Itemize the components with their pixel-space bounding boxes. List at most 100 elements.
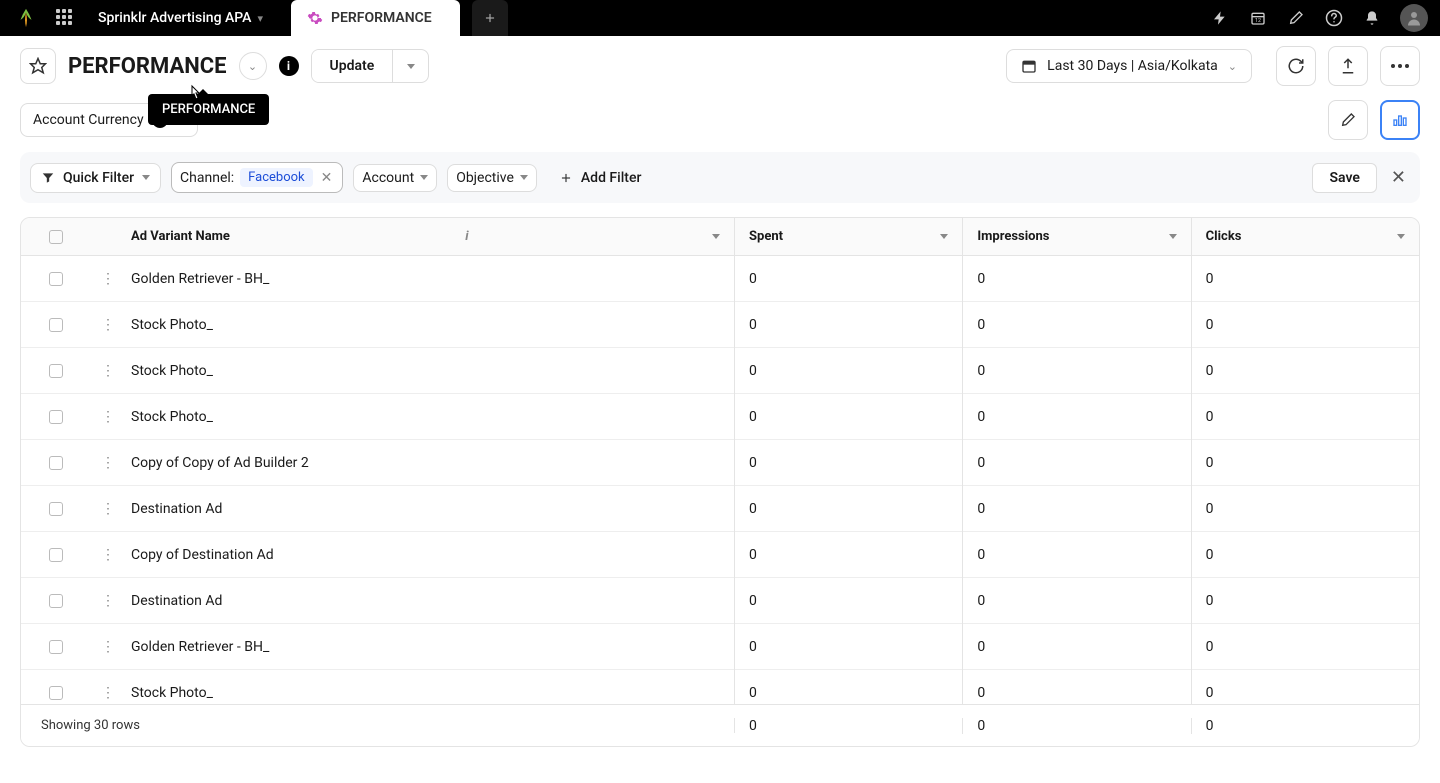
row-checkbox[interactable] <box>49 686 63 700</box>
table-row[interactable]: ⋮Copy of Copy of Ad Builder 2 <box>21 440 734 486</box>
cell-impressions: 0 <box>963 578 1190 624</box>
cell-spent: 0 <box>735 348 962 394</box>
account-filter-label: Account <box>362 170 414 186</box>
cell-clicks: 0 <box>1192 256 1419 302</box>
sprinklr-logo[interactable] <box>12 4 40 32</box>
table-row[interactable]: ⋮Destination Ad <box>21 578 734 624</box>
sort-icon[interactable] <box>1397 234 1405 239</box>
row-menu-button[interactable]: ⋮ <box>91 455 125 471</box>
ad-variant-name: Stock Photo_ <box>125 685 734 701</box>
cell-spent: 0 <box>735 302 962 348</box>
table-row[interactable]: ⋮Stock Photo_ <box>21 394 734 440</box>
sort-icon[interactable] <box>940 234 948 239</box>
help-icon[interactable] <box>1324 8 1344 28</box>
sort-icon[interactable] <box>712 234 720 239</box>
row-menu-button[interactable]: ⋮ <box>91 639 125 655</box>
table-row[interactable]: ⋮Stock Photo_ <box>21 302 734 348</box>
ad-variant-name: Destination Ad <box>125 593 734 609</box>
column-header-impressions[interactable]: Impressions <box>977 229 1049 244</box>
cell-impressions: 0 <box>963 256 1190 302</box>
update-button[interactable]: Update <box>312 50 393 82</box>
column-header-clicks[interactable]: Clicks <box>1206 229 1242 244</box>
user-avatar[interactable] <box>1400 4 1428 32</box>
row-menu-button[interactable]: ⋮ <box>91 547 125 563</box>
workspace-selector[interactable]: Sprinklr Advertising APA ▾ <box>90 10 271 26</box>
ad-variant-name: Stock Photo_ <box>125 317 734 333</box>
calendar-icon[interactable]: 12 <box>1248 8 1268 28</box>
title-dropdown[interactable]: ⌄ <box>239 52 267 80</box>
sort-icon[interactable] <box>1169 234 1177 239</box>
row-checkbox[interactable] <box>49 456 63 470</box>
chevron-down-icon: ⌄ <box>248 60 257 73</box>
filter-chip-channel[interactable]: Channel: Facebook ✕ <box>171 162 343 193</box>
objective-filter-label: Objective <box>456 170 514 186</box>
row-menu-button[interactable]: ⋮ <box>91 501 125 517</box>
favorite-button[interactable] <box>20 48 56 84</box>
row-checkbox[interactable] <box>49 410 63 424</box>
row-checkbox[interactable] <box>49 594 63 608</box>
table-row[interactable]: ⋮Golden Retriever - BH_ <box>21 256 734 302</box>
ad-variant-name: Stock Photo_ <box>125 409 734 425</box>
cell-clicks: 0 <box>1192 440 1419 486</box>
table-right-pane: Spent 0000000000 Impressions 0000000000 … <box>735 218 1419 704</box>
table-row[interactable]: ⋮Stock Photo_ <box>21 348 734 394</box>
cell-spent: 0 <box>735 532 962 578</box>
row-menu-button[interactable]: ⋮ <box>91 317 125 333</box>
ad-variant-name: Copy of Copy of Ad Builder 2 <box>125 455 734 471</box>
row-checkbox[interactable] <box>49 318 63 332</box>
table-row[interactable]: ⋮Destination Ad <box>21 486 734 532</box>
calendar-icon <box>1021 58 1037 74</box>
column-header-name[interactable]: Ad Variant Name <box>131 229 230 244</box>
cell-clicks: 0 <box>1192 486 1419 532</box>
apps-grid-icon[interactable] <box>56 9 74 27</box>
row-menu-button[interactable]: ⋮ <box>91 409 125 425</box>
date-range-text: Last 30 Days | Asia/Kolkata <box>1047 58 1218 74</box>
row-menu-button[interactable]: ⋮ <box>91 685 125 701</box>
bell-icon[interactable] <box>1362 8 1382 28</box>
bolt-icon[interactable] <box>1210 8 1230 28</box>
title-tooltip: PERFORMANCE <box>148 94 269 125</box>
table-row[interactable]: ⋮Stock Photo_ <box>21 670 734 704</box>
table-row[interactable]: ⋮Golden Retriever - BH_ <box>21 624 734 670</box>
cell-clicks: 0 <box>1192 578 1419 624</box>
add-tab-button[interactable] <box>472 0 508 36</box>
column-header-spent[interactable]: Spent <box>749 229 783 244</box>
row-checkbox[interactable] <box>49 272 63 286</box>
cell-impressions: 0 <box>963 394 1190 440</box>
cell-spent: 0 <box>735 486 962 532</box>
row-menu-button[interactable]: ⋮ <box>91 271 125 287</box>
cell-impressions: 0 <box>963 624 1190 670</box>
workspace-name: Sprinklr Advertising APA <box>98 10 251 26</box>
update-button-group: Update <box>311 49 430 83</box>
add-filter-button[interactable]: Add Filter <box>547 164 654 192</box>
select-all-checkbox[interactable] <box>49 230 63 244</box>
refresh-button[interactable] <box>1276 46 1316 86</box>
more-button[interactable] <box>1380 46 1420 86</box>
save-filter-button[interactable]: Save <box>1312 163 1376 193</box>
filter-chip-objective[interactable]: Objective <box>447 164 537 192</box>
row-checkbox[interactable] <box>49 364 63 378</box>
row-checkbox[interactable] <box>49 640 63 654</box>
row-menu-button[interactable]: ⋮ <box>91 593 125 609</box>
filter-chip-account[interactable]: Account <box>353 164 437 192</box>
triangle-down-icon <box>142 175 150 180</box>
row-checkbox[interactable] <box>49 548 63 562</box>
tab-performance[interactable]: PERFORMANCE <box>291 0 460 36</box>
triangle-down-icon <box>520 175 528 180</box>
close-filter-bar[interactable]: ✕ <box>1387 163 1410 192</box>
remove-channel-filter[interactable]: ✕ <box>319 170 335 186</box>
update-dropdown[interactable] <box>392 50 428 82</box>
table-row[interactable]: ⋮Copy of Destination Ad <box>21 532 734 578</box>
date-range-picker[interactable]: Last 30 Days | Asia/Kolkata ⌄ <box>1006 49 1252 83</box>
edit-view-button[interactable] <box>1328 100 1368 140</box>
export-button[interactable] <box>1328 46 1368 86</box>
cell-clicks: 0 <box>1192 302 1419 348</box>
info-icon[interactable]: i <box>465 229 468 244</box>
cell-impressions: 0 <box>963 532 1190 578</box>
chart-view-button[interactable] <box>1380 100 1420 140</box>
info-button[interactable]: i <box>279 56 299 76</box>
pencil-icon[interactable] <box>1286 8 1306 28</box>
quick-filter-button[interactable]: Quick Filter <box>30 163 161 193</box>
row-checkbox[interactable] <box>49 502 63 516</box>
row-menu-button[interactable]: ⋮ <box>91 363 125 379</box>
